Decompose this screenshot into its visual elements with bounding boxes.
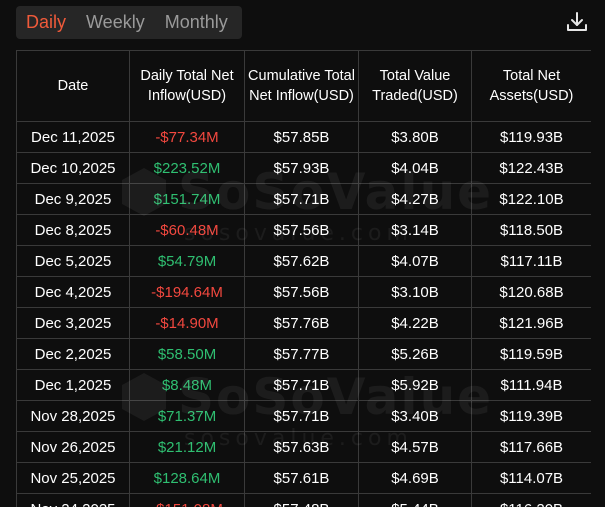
cell-daily-inflow: $71.37M bbox=[129, 400, 245, 432]
cell-cumulative-inflow: $57.63B bbox=[244, 431, 359, 463]
table-row[interactable]: Dec 1,2025 $8.48M $57.71B $5.92B $111.94B bbox=[16, 369, 591, 401]
cell-daily-inflow: -$14.90M bbox=[129, 307, 245, 339]
cell-date: Dec 1,2025 bbox=[16, 369, 130, 401]
cell-value-traded: $5.92B bbox=[358, 369, 472, 401]
cell-date: Dec 5,2025 bbox=[16, 245, 130, 277]
cell-cumulative-inflow: $57.56B bbox=[244, 214, 359, 246]
header-net-assets: Total Net Assets(USD) bbox=[471, 50, 591, 122]
cell-date: Dec 10,2025 bbox=[16, 152, 130, 184]
cell-value-traded: $4.22B bbox=[358, 307, 472, 339]
cell-daily-inflow: $8.48M bbox=[129, 369, 245, 401]
cell-value-traded: $3.14B bbox=[358, 214, 472, 246]
header-daily-inflow: Daily Total Net Inflow(USD) bbox=[129, 50, 245, 122]
cell-date: Nov 26,2025 bbox=[16, 431, 130, 463]
cell-date: Nov 24,2025 bbox=[16, 493, 130, 507]
download-icon[interactable] bbox=[565, 10, 589, 34]
table-row[interactable]: Dec 10,2025 $223.52M $57.93B $4.04B $122.43B bbox=[16, 152, 591, 184]
cell-daily-inflow: -$77.34M bbox=[129, 121, 245, 153]
table-row[interactable]: Dec 2,2025 $58.50M $57.77B $5.26B $119.59B bbox=[16, 338, 591, 370]
tab-weekly[interactable]: Weekly bbox=[76, 6, 155, 39]
cell-value-traded: $3.80B bbox=[358, 121, 472, 153]
table-header-row: Date Daily Total Net Inflow(USD) Cumulat… bbox=[16, 50, 591, 122]
table-row[interactable]: Dec 8,2025 -$60.48M $57.56B $3.14B $118.50B bbox=[16, 214, 591, 246]
cell-daily-inflow: -$151.08M bbox=[129, 493, 245, 507]
cell-net-assets: $119.93B bbox=[471, 121, 591, 153]
cell-daily-inflow: $151.74M bbox=[129, 183, 245, 215]
header-date: Date bbox=[16, 50, 130, 122]
cell-daily-inflow: -$60.48M bbox=[129, 214, 245, 246]
cell-value-traded: $5.26B bbox=[358, 338, 472, 370]
cell-daily-inflow: $54.79M bbox=[129, 245, 245, 277]
cell-value-traded: $4.04B bbox=[358, 152, 472, 184]
cell-daily-inflow: -$194.64M bbox=[129, 276, 245, 308]
table-row[interactable]: Nov 28,2025 $71.37M $57.71B $3.40B $119.39B bbox=[16, 400, 591, 432]
cell-value-traded: $4.69B bbox=[358, 462, 472, 494]
cell-cumulative-inflow: $57.48B bbox=[244, 493, 359, 507]
cell-value-traded: $5.44B bbox=[358, 493, 472, 507]
cell-cumulative-inflow: $57.71B bbox=[244, 400, 359, 432]
cell-cumulative-inflow: $57.71B bbox=[244, 369, 359, 401]
cell-date: Dec 9,2025 bbox=[16, 183, 130, 215]
cell-value-traded: $3.10B bbox=[358, 276, 472, 308]
cell-date: Dec 2,2025 bbox=[16, 338, 130, 370]
period-tabs: Daily Weekly Monthly bbox=[16, 6, 242, 39]
cell-date: Dec 4,2025 bbox=[16, 276, 130, 308]
cell-cumulative-inflow: $57.62B bbox=[244, 245, 359, 277]
cell-net-assets: $118.50B bbox=[471, 214, 591, 246]
cell-value-traded: $4.57B bbox=[358, 431, 472, 463]
cell-net-assets: $111.94B bbox=[471, 369, 591, 401]
cell-value-traded: $3.40B bbox=[358, 400, 472, 432]
table-row[interactable]: Dec 5,2025 $54.79M $57.62B $4.07B $117.11B bbox=[16, 245, 591, 277]
table-row[interactable]: Dec 3,2025 -$14.90M $57.76B $4.22B $121.96B bbox=[16, 307, 591, 339]
etf-flow-table: Date Daily Total Net Inflow(USD) Cumulat… bbox=[16, 50, 591, 507]
cell-daily-inflow: $58.50M bbox=[129, 338, 245, 370]
cell-cumulative-inflow: $57.71B bbox=[244, 183, 359, 215]
cell-cumulative-inflow: $57.77B bbox=[244, 338, 359, 370]
cell-net-assets: $114.07B bbox=[471, 462, 591, 494]
table-row[interactable]: Dec 4,2025 -$194.64M $57.56B $3.10B $120.68B bbox=[16, 276, 591, 308]
cell-value-traded: $4.27B bbox=[358, 183, 472, 215]
table-row[interactable]: Dec 11,2025 -$77.34M $57.85B $3.80B $119.93B bbox=[16, 121, 591, 153]
cell-cumulative-inflow: $57.93B bbox=[244, 152, 359, 184]
cell-net-assets: $122.43B bbox=[471, 152, 591, 184]
cell-date: Nov 28,2025 bbox=[16, 400, 130, 432]
cell-date: Nov 25,2025 bbox=[16, 462, 130, 494]
cell-net-assets: $117.11B bbox=[471, 245, 591, 277]
cell-daily-inflow: $21.12M bbox=[129, 431, 245, 463]
table-row[interactable]: Nov 24,2025-$151.08M$57.48B$5.44B$116.20… bbox=[16, 493, 591, 507]
tab-daily[interactable]: Daily bbox=[16, 6, 76, 39]
cell-cumulative-inflow: $57.61B bbox=[244, 462, 359, 494]
cell-net-assets: $122.10B bbox=[471, 183, 591, 215]
cell-date: Dec 8,2025 bbox=[16, 214, 130, 246]
etf-flow-table-container[interactable]: Date Daily Total Net Inflow(USD) Cumulat… bbox=[16, 50, 591, 507]
cell-date: Dec 11,2025 bbox=[16, 121, 130, 153]
cell-cumulative-inflow: $57.76B bbox=[244, 307, 359, 339]
cell-daily-inflow: $128.64M bbox=[129, 462, 245, 494]
cell-value-traded: $4.07B bbox=[358, 245, 472, 277]
cell-net-assets: $119.59B bbox=[471, 338, 591, 370]
cell-cumulative-inflow: $57.56B bbox=[244, 276, 359, 308]
cell-net-assets: $121.96B bbox=[471, 307, 591, 339]
header-cumulative-inflow: Cumulative Total Net Inflow(USD) bbox=[244, 50, 359, 122]
cell-daily-inflow: $223.52M bbox=[129, 152, 245, 184]
table-row[interactable]: Nov 25,2025 $128.64M $57.61B $4.69B $114.07B bbox=[16, 462, 591, 494]
cell-net-assets: $119.39B bbox=[471, 400, 591, 432]
cell-net-assets: $117.66B bbox=[471, 431, 591, 463]
cell-net-assets: $120.68B bbox=[471, 276, 591, 308]
cell-date: Dec 3,2025 bbox=[16, 307, 130, 339]
table-row[interactable]: Nov 26,2025 $21.12M $57.63B $4.57B $117.66B bbox=[16, 431, 591, 463]
header-value-traded: Total Value Traded(USD) bbox=[358, 50, 472, 122]
cell-cumulative-inflow: $57.85B bbox=[244, 121, 359, 153]
tab-monthly[interactable]: Monthly bbox=[155, 6, 238, 39]
cell-net-assets: $116.20B bbox=[471, 493, 591, 507]
table-row[interactable]: Dec 9,2025 $151.74M $57.71B $4.27B $122.10B bbox=[16, 183, 591, 215]
